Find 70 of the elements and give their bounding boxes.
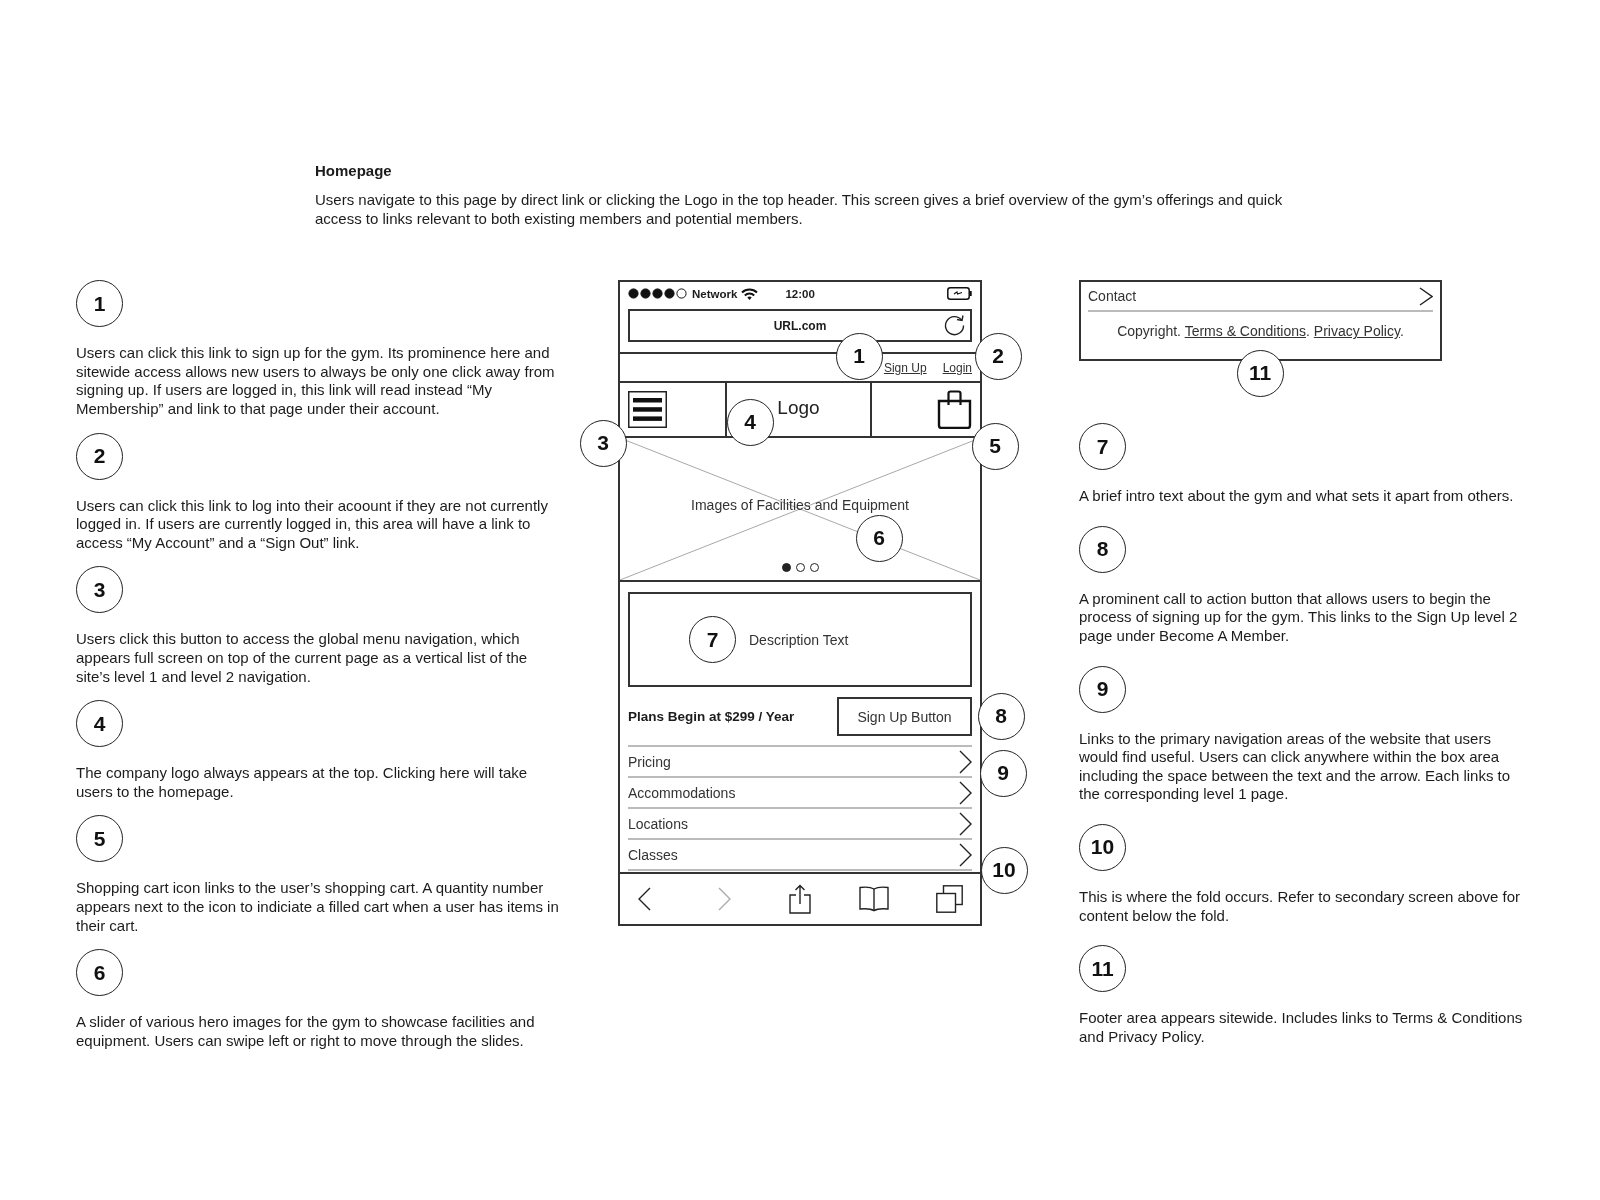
callout-number: 8 bbox=[977, 692, 1025, 740]
callout-number: 3 bbox=[76, 566, 123, 614]
callout-number: 1 bbox=[835, 332, 883, 380]
login-link[interactable]: Login bbox=[942, 360, 972, 375]
callout-number: 4 bbox=[76, 700, 123, 748]
wifi-icon bbox=[741, 287, 759, 300]
callout-number: 9 bbox=[979, 749, 1027, 797]
callout-number: 2 bbox=[974, 332, 1022, 380]
callout-number: 11 bbox=[1236, 349, 1284, 397]
chevron-right-icon bbox=[1419, 286, 1433, 306]
annotation-text: A slider of various hero images for the gym to showcase facilities and equipment. Users can swipe left or right to move through the slides. bbox=[76, 1013, 536, 1051]
signal-icon bbox=[628, 288, 687, 300]
annotation-text: Users can click this link to sign up for the gym. Its prominence here and sitewide access allows new users to always be only one click away from signing up. If users are logged in, this link will read instead “My Membership” and link to that page under their account. bbox=[76, 344, 556, 419]
address-field[interactable]: URL.com bbox=[628, 309, 972, 343]
callout-number: 1 bbox=[76, 280, 123, 328]
logo-text[interactable]: Logo bbox=[777, 397, 820, 420]
callout-number: 2 bbox=[76, 432, 123, 480]
callout-number: 6 bbox=[76, 949, 123, 997]
annotation-text: A brief intro text about the gym and what sets it apart from others. bbox=[1079, 487, 1514, 506]
battery-icon bbox=[947, 287, 972, 301]
annotation-text: The company logo always appears at the top. Clicking here will take users to the homepage. bbox=[76, 764, 529, 802]
hero-caption: Images of Facilities and Equipment bbox=[691, 496, 909, 515]
intro-text: Users navigate to this page by direct link or clicking the Logo in the top header. This screen gives a brief overview of the gym’s offerings and quick access to links relevant to both existing members and potential members. bbox=[315, 191, 1284, 229]
clock-time: 12:00 bbox=[785, 286, 815, 301]
callout-number: 3 bbox=[579, 419, 627, 467]
menu-icon[interactable] bbox=[628, 391, 667, 429]
refresh-icon[interactable] bbox=[943, 314, 966, 338]
callout-number: 6 bbox=[855, 514, 903, 562]
book-icon[interactable] bbox=[859, 886, 889, 913]
callout-number: 9 bbox=[1079, 665, 1126, 713]
chevron-right-icon bbox=[959, 749, 972, 774]
sign-up-button[interactable]: Sign Up Button bbox=[837, 697, 972, 737]
plans-text: Plans Begin at $299 / Year bbox=[628, 707, 795, 726]
callout-number: 10 bbox=[1079, 823, 1126, 871]
footer-text: Copyright. Terms & Conditions. Privacy Policy. bbox=[1116, 322, 1405, 341]
slide-dot[interactable] bbox=[781, 563, 791, 573]
annotation-text: Users can click this link to log into their acoount if they are not currently logged in. If users are currently logged in, this area will have a link to access “My Account” and a “Sign Out” link. bbox=[76, 496, 549, 553]
share-icon[interactable] bbox=[789, 884, 811, 915]
callout-number: 4 bbox=[726, 398, 774, 446]
tabs-icon[interactable] bbox=[935, 885, 963, 914]
callout-number: 10 bbox=[980, 846, 1028, 894]
slide-dot[interactable] bbox=[809, 563, 819, 573]
network-label: Network bbox=[692, 286, 738, 301]
callout-number: 7 bbox=[689, 616, 736, 664]
annotation-text: Users click this button to access the global menu navigation, which appears full screen on top of the current page as a vertical list of the site’s level 1 and level 2 navigation. bbox=[76, 630, 529, 687]
annotation-text: This is where the fold occurs. Refer to secondary screen above for content below the fold. bbox=[1079, 887, 1522, 926]
description-text: Description Text bbox=[749, 630, 849, 649]
chevron-right-icon bbox=[959, 842, 972, 867]
nav-link[interactable]: Classes bbox=[628, 838, 972, 870]
callout-number: 11 bbox=[1079, 945, 1126, 993]
footer-link[interactable]: Privacy Policy bbox=[1313, 323, 1400, 340]
annotation-text: Shopping cart icon links to the user’s shopping cart. A quantity number appears next to the icon to indiciate a filled cart when a user has items in their cart. bbox=[76, 879, 560, 936]
page-title: Homepage bbox=[315, 162, 393, 180]
chevron-right-icon bbox=[959, 780, 972, 805]
callout-number: 7 bbox=[1079, 423, 1126, 471]
annotation-text: Links to the primary navigation areas of the website that users would find useful. Users can click anywhere within the box area including the space between the text and the arrow. Each links to the corresponding level 1 page. bbox=[1079, 729, 1512, 804]
annotation-text: A prominent call to action button that allows users to begin the process of signing up for the gym. This links to the Sign Up level 2 page under Become A Member. bbox=[1079, 589, 1519, 646]
callout-number: 8 bbox=[1079, 525, 1126, 573]
sign-up-link[interactable]: Sign Up bbox=[883, 360, 927, 375]
nav-link[interactable]: Accommodations bbox=[628, 776, 972, 808]
slide-dot[interactable] bbox=[795, 563, 805, 573]
nav-link[interactable]: Pricing bbox=[628, 745, 972, 777]
contact-link[interactable]: Contact bbox=[1088, 282, 1433, 313]
annotation-text: Footer area appears sitewide. Includes links to Terms & Conditions and Privacy Policy. bbox=[1079, 1009, 1524, 1047]
nav-link[interactable]: Locations bbox=[628, 807, 972, 839]
callout-number: 5 bbox=[971, 422, 1019, 470]
callout-number: 5 bbox=[76, 815, 123, 863]
chevron-left-icon[interactable] bbox=[637, 887, 651, 912]
shopping-bag-icon[interactable] bbox=[937, 390, 972, 430]
chevron-right-icon bbox=[959, 811, 972, 836]
